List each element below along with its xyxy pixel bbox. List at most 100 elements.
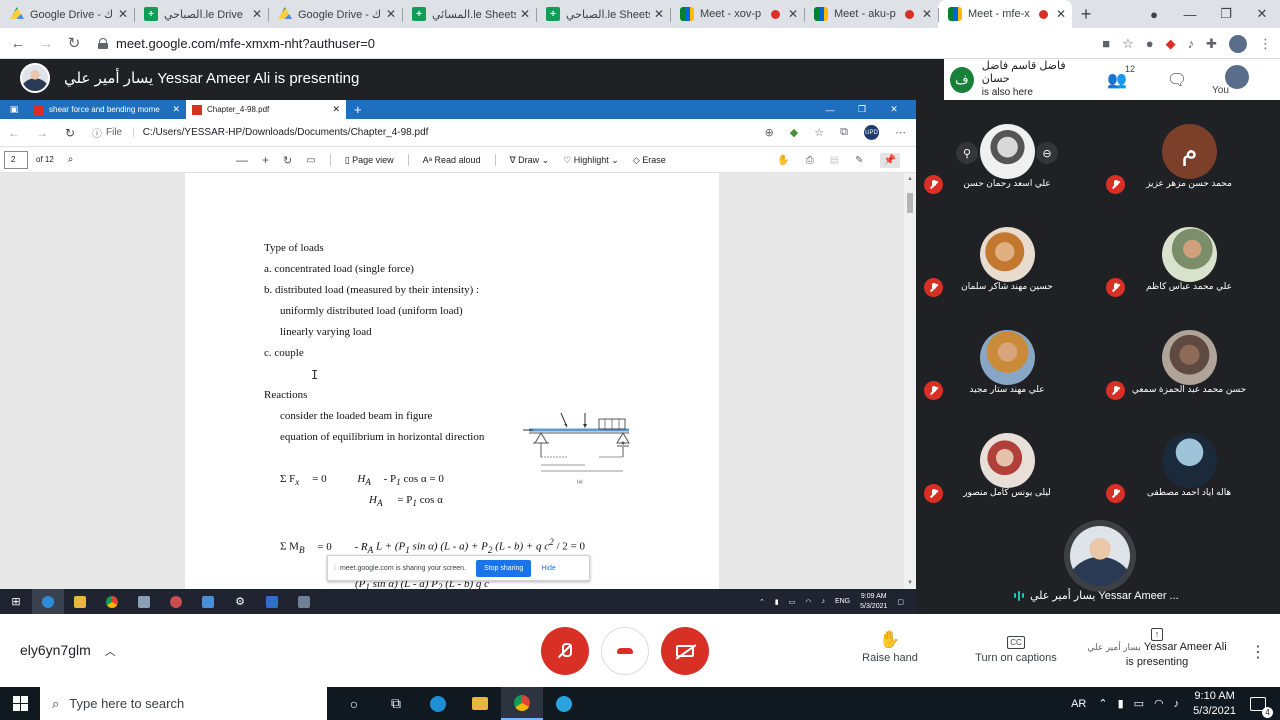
- chrome-app-icon[interactable]: [501, 687, 543, 720]
- print-icon[interactable]: ⎙: [806, 155, 814, 166]
- windows-start-button[interactable]: [0, 687, 40, 720]
- rotate-icon[interactable]: ↻: [283, 154, 292, 167]
- telegram-app-icon[interactable]: [543, 687, 585, 720]
- taskbar-search-box[interactable]: ⌕ Type here to search: [40, 687, 327, 720]
- scroll-thumb[interactable]: [907, 193, 913, 213]
- profile-avatar[interactable]: UPD: [864, 125, 879, 140]
- restore-icon[interactable]: ❐: [846, 104, 878, 115]
- chat-button[interactable]: 🗨: [1147, 70, 1207, 90]
- extension-icon[interactable]: ◆: [790, 126, 798, 139]
- edge-tab-1[interactable]: shear force and bending mome ✕: [28, 100, 186, 119]
- participant-tile[interactable]: هاله اياد احمد مصطفى: [1098, 409, 1280, 512]
- forward-icon[interactable]: →: [28, 126, 56, 140]
- browser-tab-3[interactable]: Google Drive - اك ✕: [268, 0, 402, 28]
- back-icon[interactable]: ←: [0, 126, 28, 140]
- taskbar-clock[interactable]: 9:10 AM 5/3/2021: [1193, 689, 1236, 719]
- browser-tab-6[interactable]: Meet - xov-p ✕: [670, 0, 804, 28]
- collections-icon[interactable]: ⧉: [840, 126, 848, 139]
- scroll-down-icon[interactable]: ▼: [907, 580, 913, 586]
- cortana-icon[interactable]: ○: [333, 687, 375, 720]
- edge-url-text[interactable]: C:/Users/YESSAR-HP/Downloads/Documents/C…: [143, 127, 429, 138]
- participant-tile[interactable]: حسين مهند شاكر سلمان: [916, 203, 1098, 306]
- back-icon[interactable]: ←: [4, 35, 32, 52]
- speaker-icon[interactable]: ♪: [1188, 36, 1195, 51]
- participant-tile[interactable]: ليلى يونس كامل منصور: [916, 409, 1098, 512]
- mic-tray-icon[interactable]: ▮: [775, 598, 779, 606]
- microphone-icon[interactable]: ●: [1146, 36, 1154, 51]
- camera-icon[interactable]: ■: [1102, 36, 1110, 51]
- scroll-up-icon[interactable]: ▲: [907, 176, 913, 182]
- edge-app-icon[interactable]: [32, 589, 64, 614]
- close-icon[interactable]: ✕: [1056, 7, 1066, 21]
- read-aloud-button[interactable]: Aᵃ Read aloud: [423, 155, 481, 165]
- mic-tray-icon[interactable]: ▮: [1118, 697, 1124, 710]
- microphone-toggle-button[interactable]: [541, 627, 589, 675]
- close-window-icon[interactable]: ✕: [878, 104, 910, 115]
- edge-app-icon[interactable]: [417, 687, 459, 720]
- participant-tile[interactable]: ⚲ ⊖ علي اسعد رحمان حسن: [916, 100, 1098, 203]
- close-icon[interactable]: ✕: [788, 7, 798, 21]
- new-tab-button[interactable]: +: [1072, 0, 1100, 28]
- read-mode-icon[interactable]: ⊕: [765, 126, 774, 139]
- leave-call-button[interactable]: [601, 627, 649, 675]
- star-icon[interactable]: ☆: [1122, 36, 1134, 52]
- reload-icon[interactable]: ↻: [56, 126, 84, 140]
- favorite-icon[interactable]: ☆: [814, 126, 824, 139]
- app-icon[interactable]: [128, 589, 160, 614]
- drag-handle-icon[interactable]: ⁞: [334, 565, 336, 572]
- zoom-out-icon[interactable]: —: [236, 153, 248, 167]
- shield-icon[interactable]: ◆: [1166, 36, 1176, 52]
- browser-tab-8-active[interactable]: Meet - mfe-x ✕: [938, 0, 1072, 28]
- close-icon[interactable]: ✕: [922, 7, 932, 21]
- info-icon[interactable]: ⓘ: [92, 125, 102, 140]
- volume-icon[interactable]: ♪: [821, 598, 825, 605]
- erase-button[interactable]: ◇ Erase: [633, 155, 666, 166]
- tray-chevron-icon[interactable]: ⌃: [759, 598, 765, 606]
- battery-icon[interactable]: ▭: [1134, 697, 1144, 710]
- participant-tile[interactable]: علي مهند ستار مجيد: [916, 306, 1098, 409]
- browser-tab-1[interactable]: Google Drive - اك ✕: [0, 0, 134, 28]
- forward-icon[interactable]: →: [32, 35, 60, 52]
- close-icon[interactable]: ✕: [654, 7, 664, 21]
- meeting-details-button[interactable]: ely6yn7glm ︿: [20, 642, 116, 659]
- also-here-card[interactable]: ف فاضل قاسم فاضل حسان is also here: [944, 59, 1087, 100]
- touch-icon[interactable]: ✋: [777, 155, 789, 166]
- save-as-icon[interactable]: ✎: [855, 155, 863, 166]
- task-view-icon[interactable]: ⧉: [375, 687, 417, 720]
- close-icon[interactable]: ✕: [520, 7, 530, 21]
- action-center-icon[interactable]: [1250, 696, 1273, 718]
- raise-hand-button[interactable]: ✋ Raise hand: [858, 630, 922, 664]
- wifi-icon[interactable]: ◠: [805, 598, 811, 606]
- draw-button[interactable]: ∇ Draw ⌄: [510, 155, 550, 166]
- browser-tab-4[interactable]: + المسائي.le Sheets ✕: [402, 0, 536, 28]
- page-number-input[interactable]: 2: [4, 150, 28, 169]
- volume-icon[interactable]: ♪: [1174, 698, 1180, 710]
- calculator-icon[interactable]: [288, 589, 320, 614]
- people-button[interactable]: 👥 12: [1087, 64, 1147, 90]
- save-icon[interactable]: ▤: [830, 155, 839, 166]
- menu-kebab-icon[interactable]: ⋮: [1259, 36, 1272, 52]
- edge-tab-2-active[interactable]: Chapter_4-98.pdf ✕: [186, 100, 346, 119]
- menu-icon[interactable]: ⋯: [895, 126, 906, 139]
- tab-actions-icon[interactable]: ▣: [0, 100, 28, 119]
- tab-search-icon[interactable]: ●: [1136, 7, 1172, 22]
- profile-avatar[interactable]: [1229, 34, 1247, 53]
- remove-icon[interactable]: ⊖: [1036, 142, 1058, 164]
- pdf-scrollbar[interactable]: ▲ ▼: [904, 173, 916, 589]
- app-icon[interactable]: [160, 589, 192, 614]
- extensions-icon[interactable]: ✚: [1206, 36, 1217, 52]
- close-icon[interactable]: ✕: [386, 7, 396, 21]
- more-options-icon[interactable]: ⋮: [1250, 642, 1266, 662]
- url-field[interactable]: meet.google.com/mfe-xmxm-nht?authuser=0: [98, 36, 375, 51]
- close-icon[interactable]: ✕: [172, 104, 180, 115]
- minimize-icon[interactable]: —: [1172, 7, 1208, 22]
- stop-sharing-button[interactable]: Stop sharing: [476, 559, 532, 577]
- search-icon[interactable]: ⌕: [68, 154, 74, 165]
- participant-tile[interactable]: م محمد حسن مزهر عزيز: [1098, 100, 1280, 203]
- presentation-button[interactable]: ↑ يسار أمير علي Yessar Ameer Ali is pres…: [1082, 624, 1232, 670]
- reload-icon[interactable]: ↻: [60, 34, 88, 52]
- notification-icon[interactable]: ▢: [897, 598, 904, 606]
- browser-tab-7[interactable]: Meet - aku-p ✕: [804, 0, 938, 28]
- language-indicator[interactable]: ENG: [835, 598, 850, 605]
- fit-page-icon[interactable]: ▭: [306, 155, 315, 166]
